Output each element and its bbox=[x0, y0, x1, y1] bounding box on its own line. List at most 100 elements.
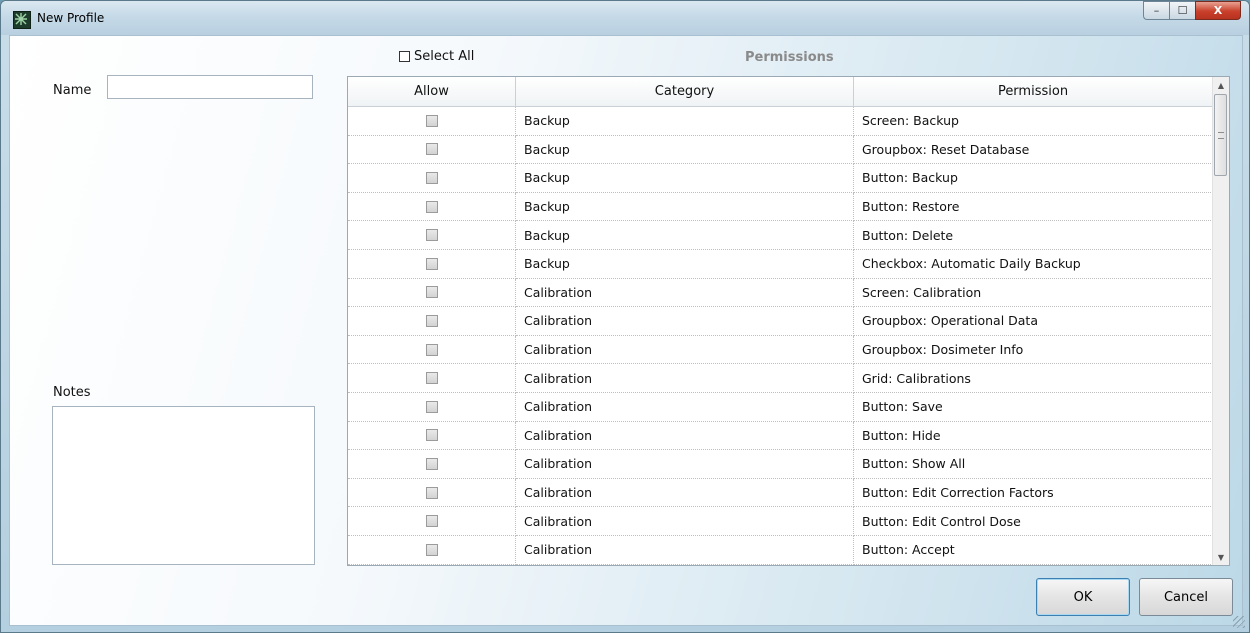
column-header-allow[interactable]: Allow bbox=[348, 77, 516, 107]
permission-cell: Screen: Calibration bbox=[854, 278, 1213, 308]
grip-icon bbox=[1218, 132, 1224, 139]
notes-label: Notes bbox=[53, 385, 91, 400]
allow-checkbox[interactable] bbox=[425, 400, 438, 413]
allow-cell bbox=[348, 392, 516, 422]
allow-cell bbox=[348, 535, 516, 565]
allow-cell bbox=[348, 364, 516, 393]
grid-rows: Backup Screen: Backup Backup Groupbox: Rese… bbox=[348, 107, 1213, 565]
column-header-permission[interactable]: Permission bbox=[854, 77, 1213, 107]
grid-header: Allow Category Permission bbox=[348, 77, 1213, 107]
notes-textarea[interactable] bbox=[52, 406, 315, 565]
category-cell: Calibration bbox=[516, 450, 854, 479]
table-row[interactable]: Calibration Groupbox: Dosimeter Info bbox=[348, 335, 1213, 365]
allow-checkbox[interactable] bbox=[425, 486, 438, 499]
window-controls: – ☐ X bbox=[1143, 1, 1241, 21]
allow-checkbox[interactable] bbox=[425, 515, 438, 528]
allow-cell bbox=[348, 249, 516, 279]
permission-cell: Button: Edit Control Dose bbox=[854, 507, 1213, 536]
allow-cell bbox=[348, 450, 516, 479]
permission-cell: Groupbox: Operational Data bbox=[854, 307, 1213, 336]
table-row[interactable]: Backup Checkbox: Automatic Daily Backup bbox=[348, 249, 1213, 279]
category-cell: Backup bbox=[516, 107, 854, 136]
table-row[interactable]: Calibration Groupbox: Operational Data bbox=[348, 307, 1213, 336]
title-bar[interactable]: New Profile – ☐ X bbox=[1, 1, 1249, 35]
table-row[interactable]: Backup Screen: Backup bbox=[348, 107, 1213, 136]
category-cell: Calibration bbox=[516, 364, 854, 393]
permission-cell: Button: Show All bbox=[854, 450, 1213, 479]
allow-checkbox[interactable] bbox=[425, 543, 438, 556]
table-row[interactable]: Calibration Button: Accept bbox=[348, 535, 1213, 565]
table-row[interactable]: Calibration Button: Show All bbox=[348, 450, 1213, 479]
scroll-down-arrow-icon[interactable]: ▼ bbox=[1213, 549, 1229, 565]
category-cell: Backup bbox=[516, 164, 854, 193]
checkbox-icon[interactable] bbox=[399, 51, 410, 62]
table-row[interactable]: Calibration Button: Edit Control Dose bbox=[348, 507, 1213, 536]
close-button[interactable]: X bbox=[1195, 1, 1241, 20]
table-row[interactable]: Calibration Button: Edit Correction Facto… bbox=[348, 478, 1213, 508]
permission-cell: Checkbox: Automatic Daily Backup bbox=[854, 249, 1213, 279]
category-cell: Calibration bbox=[516, 421, 854, 451]
permission-cell: Button: Backup bbox=[854, 164, 1213, 193]
ok-button[interactable]: OK bbox=[1036, 578, 1130, 616]
table-row[interactable]: Backup Groupbox: Reset Database bbox=[348, 135, 1213, 165]
table-row[interactable]: Backup Button: Backup bbox=[348, 164, 1213, 193]
minimize-button[interactable]: – bbox=[1143, 1, 1169, 20]
category-cell: Backup bbox=[516, 135, 854, 165]
permission-cell: Button: Restore bbox=[854, 192, 1213, 222]
cancel-button[interactable]: Cancel bbox=[1139, 578, 1233, 616]
allow-checkbox[interactable] bbox=[425, 114, 438, 127]
table-row[interactable]: Calibration Grid: Calibrations bbox=[348, 364, 1213, 393]
allow-cell bbox=[348, 221, 516, 250]
permissions-title: Permissions bbox=[745, 50, 834, 65]
category-cell: Calibration bbox=[516, 278, 854, 308]
category-cell: Calibration bbox=[516, 507, 854, 536]
category-cell: Calibration bbox=[516, 307, 854, 336]
allow-checkbox[interactable] bbox=[425, 143, 438, 156]
permission-cell: Button: Accept bbox=[854, 535, 1213, 565]
resize-grip-icon[interactable] bbox=[1233, 616, 1245, 628]
select-all-checkbox[interactable]: Select All bbox=[399, 49, 474, 64]
table-row[interactable]: Calibration Button: Save bbox=[348, 392, 1213, 422]
allow-checkbox[interactable] bbox=[425, 457, 438, 470]
category-cell: Calibration bbox=[516, 535, 854, 565]
allow-checkbox[interactable] bbox=[425, 171, 438, 184]
scroll-up-arrow-icon[interactable]: ▲ bbox=[1213, 77, 1229, 93]
category-cell: Calibration bbox=[516, 478, 854, 508]
table-row[interactable]: Backup Button: Restore bbox=[348, 192, 1213, 222]
category-cell: Calibration bbox=[516, 335, 854, 365]
column-header-category[interactable]: Category bbox=[516, 77, 854, 107]
scrollbar-thumb[interactable] bbox=[1214, 94, 1227, 176]
allow-checkbox[interactable] bbox=[425, 372, 438, 385]
category-cell: Backup bbox=[516, 249, 854, 279]
allow-checkbox[interactable] bbox=[425, 286, 438, 299]
app-icon bbox=[13, 11, 31, 29]
name-input[interactable] bbox=[107, 75, 313, 99]
table-row[interactable]: Calibration Button: Hide bbox=[348, 421, 1213, 451]
allow-cell bbox=[348, 421, 516, 451]
permission-cell: Screen: Backup bbox=[854, 107, 1213, 136]
allow-cell bbox=[348, 164, 516, 193]
allow-checkbox[interactable] bbox=[425, 200, 438, 213]
allow-checkbox[interactable] bbox=[425, 429, 438, 442]
allow-checkbox[interactable] bbox=[425, 314, 438, 327]
category-cell: Backup bbox=[516, 192, 854, 222]
allow-checkbox[interactable] bbox=[425, 257, 438, 270]
allow-cell bbox=[348, 507, 516, 536]
table-row[interactable]: Calibration Screen: Calibration bbox=[348, 278, 1213, 308]
allow-cell bbox=[348, 192, 516, 222]
maximize-button[interactable]: ☐ bbox=[1169, 1, 1195, 20]
permission-cell: Groupbox: Reset Database bbox=[854, 135, 1213, 165]
allow-checkbox[interactable] bbox=[425, 343, 438, 356]
permission-cell: Groupbox: Dosimeter Info bbox=[854, 335, 1213, 365]
vertical-scrollbar[interactable]: ▲ ▼ bbox=[1212, 77, 1229, 565]
allow-cell bbox=[348, 107, 516, 136]
new-profile-window: New Profile – ☐ X Name Notes Select All … bbox=[0, 0, 1250, 633]
allow-checkbox[interactable] bbox=[425, 229, 438, 242]
permission-cell: Grid: Calibrations bbox=[854, 364, 1213, 393]
select-all-label: Select All bbox=[414, 49, 475, 64]
allow-cell bbox=[348, 478, 516, 508]
permission-cell: Button: Save bbox=[854, 392, 1213, 422]
permission-cell: Button: Edit Correction Factors bbox=[854, 478, 1213, 508]
category-cell: Calibration bbox=[516, 392, 854, 422]
table-row[interactable]: Backup Button: Delete bbox=[348, 221, 1213, 250]
